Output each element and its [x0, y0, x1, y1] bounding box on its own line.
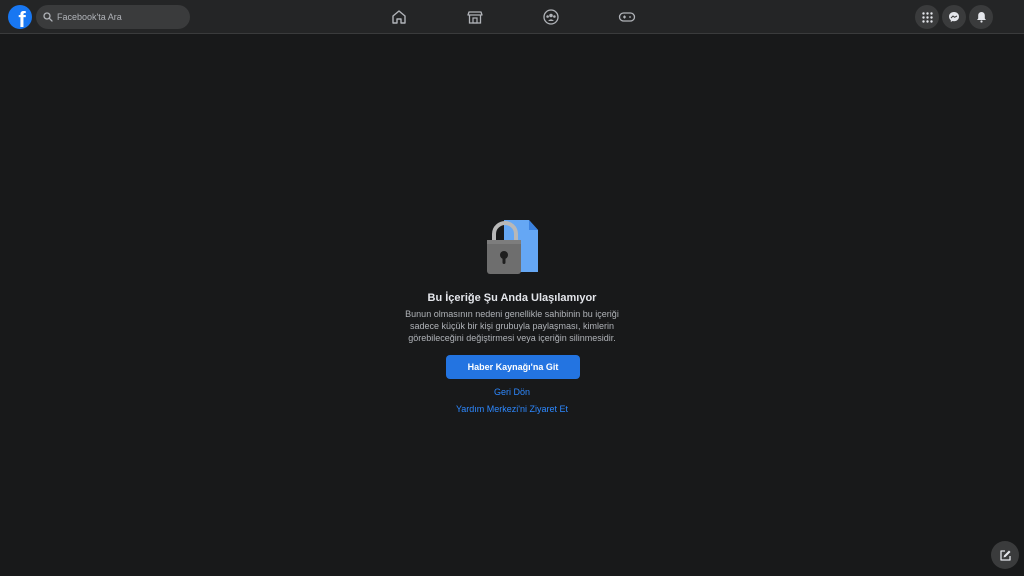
gaming-icon[interactable]	[616, 6, 638, 28]
top-navigation-bar: f	[0, 0, 1024, 34]
main-content: Bu İçeriğe Şu Anda Ulaşılamıyor Bunun ol…	[0, 34, 1024, 576]
messenger-icon[interactable]	[942, 5, 966, 29]
page-title: Bu İçeriğe Şu Anda Ulaşılamıyor	[427, 292, 597, 304]
new-message-button[interactable]	[991, 541, 1019, 569]
logo-letter: f	[18, 7, 26, 30]
facebook-logo-icon[interactable]: f	[8, 5, 32, 29]
page-description: Bunun olmasının nedeni genellikle sahibi…	[405, 309, 619, 343]
compose-icon	[999, 549, 1011, 561]
go-to-news-feed-button[interactable]: Haber Kaynağı'na Git	[446, 355, 580, 379]
marketplace-icon[interactable]	[464, 6, 486, 28]
groups-icon[interactable]	[540, 6, 562, 28]
go-back-link[interactable]: Geri Dön	[362, 387, 662, 397]
search-input[interactable]	[57, 12, 177, 22]
search-icon	[43, 12, 53, 22]
help-center-link[interactable]: Yardım Merkezi'ni Ziyaret Et	[362, 404, 662, 414]
notifications-bell-icon[interactable]	[969, 5, 993, 29]
home-icon[interactable]	[388, 6, 410, 28]
menu-grid-icon[interactable]	[915, 5, 939, 29]
search-box[interactable]	[36, 5, 190, 29]
locked-content-icon	[487, 220, 538, 274]
